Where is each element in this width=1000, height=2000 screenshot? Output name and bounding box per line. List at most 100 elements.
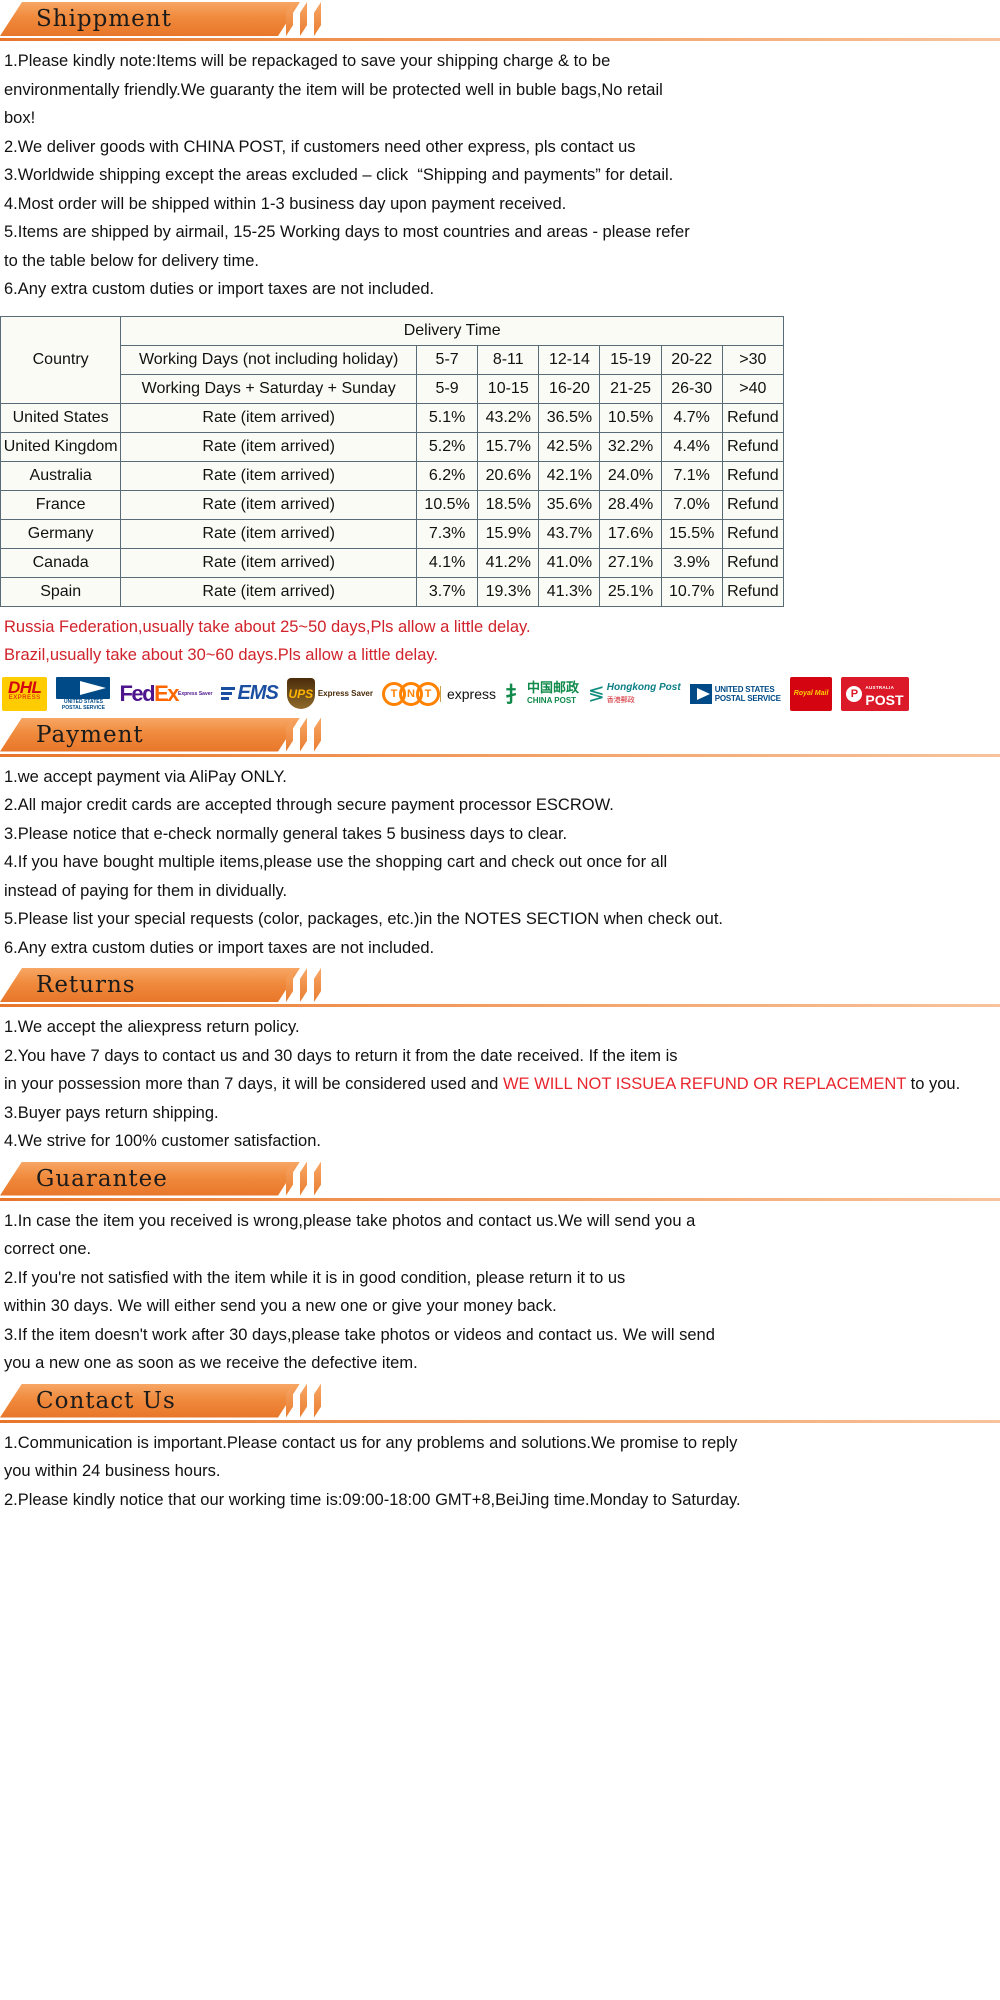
cell-rate-2: 42.1%: [538, 460, 601, 491]
cell-country: United States: [0, 402, 122, 433]
usps-postal-text: UNITED STATES POSTAL SERVICE: [715, 685, 781, 703]
cell-rate-0: 4.1%: [416, 547, 479, 578]
banner-underline: [0, 1419, 1000, 1423]
shipment-line-6: 6.Any extra custom duties or import taxe…: [4, 280, 435, 298]
cell-rate-0: 5.2%: [416, 431, 479, 462]
cell-rate-1: 15.9%: [477, 518, 540, 549]
section-banner-guarantee: Guarantee: [0, 1161, 1000, 1198]
cell-rate-3: 17.6%: [599, 518, 662, 549]
fedex-logo-icon: Fed Ex Express Saver: [119, 677, 212, 711]
payment-line-4: 4.If you have bought multiple items,plea…: [4, 853, 668, 900]
cell-rate-2: 42.5%: [538, 431, 601, 462]
dhl-label: DHL: [8, 677, 42, 697]
cell-rate-5: Refund: [721, 431, 785, 462]
payment-line-2: 2.All major credit cards are accepted th…: [4, 796, 614, 814]
cell-wd-2: 12-14: [538, 344, 601, 375]
banner-slash-icon: [300, 1162, 307, 1196]
cell-rate-1: 20.6%: [477, 460, 540, 491]
guarantee-line-2: 2.If you're not satisfied with the item …: [4, 1268, 626, 1316]
returns-no-refund-highlight: WE WILL NOT ISSUEA REFUND OR REPLACEMENT: [502, 1075, 907, 1093]
cell-rate-2: 35.6%: [538, 489, 601, 520]
fedex-ex: Ex: [154, 680, 179, 706]
cell-rate-label: Rate (item arrived): [120, 489, 418, 520]
cell-rate-1: 18.5%: [477, 489, 540, 520]
section-title-payment: Payment: [36, 721, 144, 748]
delivery-time-table: Country Delivery Time Working Days (not …: [0, 315, 785, 607]
returns-body: 1.We accept the aliexpress return policy…: [0, 1011, 1000, 1160]
cell-rate-1: 15.7%: [477, 431, 540, 462]
banner-slash-icon: [300, 1384, 307, 1418]
section-banner-returns: Returns: [0, 968, 1000, 1004]
cell-rate-5: Refund: [721, 460, 785, 491]
cell-rate-5: Refund: [721, 518, 785, 549]
royal-mail-logo-icon: Royal Mail: [789, 676, 833, 711]
cell-wd-5: >30: [721, 344, 785, 375]
usps-postal-label: UNITED STATES: [714, 684, 775, 694]
note-brazil: Brazil,usually take about 30~60 days.Pls…: [4, 646, 438, 664]
cell-rate-1: 19.3%: [477, 576, 540, 607]
cell-rate-label: Rate (item arrived): [120, 576, 418, 607]
table-row: Germany Rate (item arrived) 7.3% 15.9% 4…: [0, 518, 785, 549]
cell-rate-1: 43.2%: [477, 402, 540, 433]
hongkong-post-text: Hongkong Post 香港郵政: [607, 681, 681, 706]
cell-wd-0: 5-7: [416, 344, 479, 375]
cell-rate-3: 32.2%: [599, 431, 662, 462]
product-policy-page: Shippment 1.Please kindly note:Items wil…: [0, 2, 1000, 1518]
cell-we-4: 26-30: [660, 373, 723, 404]
section-banner-shipment: Shippment: [0, 2, 1000, 38]
shipment-line-4: 4.Most order will be shipped within 1-3 …: [4, 194, 567, 213]
table-row-header-delivery: Country Delivery Time: [0, 315, 784, 404]
australia-post-text: AUSTRALIA POST: [865, 681, 903, 707]
cell-rate-label: Rate (item arrived): [120, 431, 418, 462]
cell-rate-2: 41.0%: [538, 547, 601, 578]
china-post-logo-icon: 扌 中国邮政 CHINA POST: [505, 677, 579, 711]
cell-we-2: 16-20: [538, 373, 601, 404]
cell-we-3: 21-25: [599, 373, 662, 404]
cell-rate-3: 10.5%: [599, 402, 662, 433]
payment-line-3: 3.Please notice that e-check normally ge…: [4, 824, 568, 843]
banner-slash-icon: [314, 1384, 321, 1418]
guarantee-line-3: 3.If the item doesn't work after 30 days…: [4, 1325, 715, 1373]
cell-rate-0: 3.7%: [416, 576, 479, 607]
section-title-guarantee: Guarantee: [36, 1165, 168, 1192]
cell-wd-4: 20-22: [660, 344, 723, 375]
cell-rate-0: 6.2%: [416, 460, 479, 491]
tnt-express-label: express: [439, 685, 496, 702]
usps-sub: POSTAL SERVICE: [61, 704, 105, 711]
cell-rate-label: Rate (item arrived): [120, 547, 418, 578]
cell-rate-2: 43.7%: [538, 518, 601, 549]
ups-sub: Express Saver: [317, 689, 373, 698]
cell-we-1: 10-15: [477, 373, 540, 404]
cell-country: United Kingdom: [0, 431, 122, 462]
contact-line-2: 2.Please kindly notice that our working …: [4, 1490, 741, 1509]
payment-line-6: 6.Any extra custom duties or import taxe…: [4, 938, 435, 957]
cell-rate-0: 5.1%: [416, 402, 479, 433]
ems-bars-icon: [221, 687, 236, 700]
contact-line-1: 1.Communication is important.Please cont…: [4, 1433, 738, 1481]
banner-slash-icon: [300, 968, 307, 1002]
ups-logo-icon: UPS Express Saver: [286, 677, 373, 711]
hongkong-post-sub: 香港郵政: [606, 697, 635, 704]
cell-rate-label: Rate (item arrived): [120, 460, 418, 491]
usps-postal-sub: POSTAL SERVICE: [714, 693, 781, 703]
cell-rate-4: 3.9%: [660, 547, 723, 578]
cell-wd-1: 8-11: [477, 344, 540, 375]
cell-rate-1: 41.2%: [477, 547, 540, 578]
returns-line-4: 4.We strive for 100% customer satisfacti…: [4, 1132, 321, 1150]
cell-delivery-time-header: Delivery Time: [120, 315, 784, 346]
cell-country: Spain: [0, 576, 122, 607]
cell-wd-3: 15-19: [599, 344, 662, 375]
hongkong-post-logo-icon: ≶ Hongkong Post 香港郵政: [588, 677, 681, 711]
dhl-sub: EXPRESS: [8, 694, 41, 701]
cell-rate-5: Refund: [721, 547, 785, 578]
table-row: France Rate (item arrived) 10.5% 18.5% 3…: [0, 489, 785, 520]
china-post-sub: CHINA POST: [527, 695, 577, 705]
payment-line-1: 1.we accept payment via AliPay ONLY.: [4, 767, 287, 786]
china-post-mark-icon: 扌: [505, 683, 526, 707]
banner-underline: [0, 38, 1000, 41]
payment-body: 1.we accept payment via AliPay ONLY. 2.A…: [0, 761, 1000, 967]
cell-rate-5: Refund: [721, 489, 785, 520]
cell-rate-0: 10.5%: [416, 489, 479, 520]
cell-rate-3: 24.0%: [599, 460, 662, 491]
cell-rate-3: 28.4%: [599, 489, 662, 520]
